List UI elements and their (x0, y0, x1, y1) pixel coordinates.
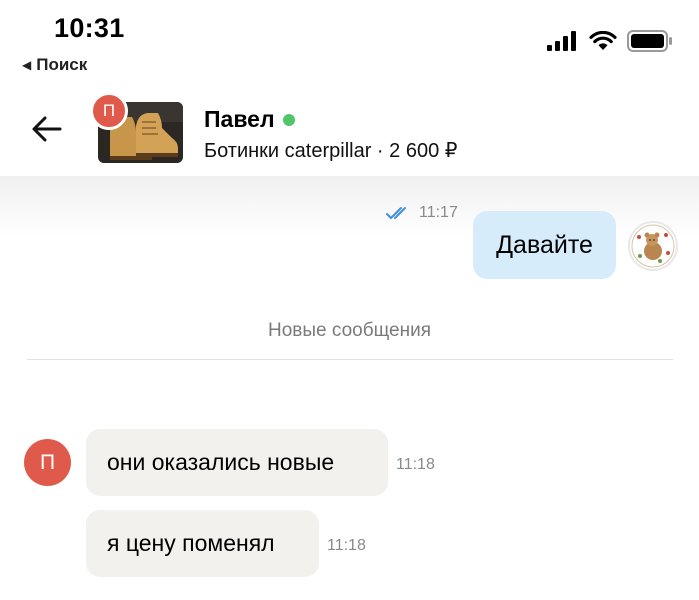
outgoing-message-bubble[interactable]: Давайте (473, 211, 616, 279)
back-to-search-label: Поиск (36, 55, 88, 74)
status-time: 10:31 (54, 13, 125, 43)
seller-avatar[interactable]: П (24, 439, 71, 486)
outgoing-time: 11:17 (419, 204, 458, 221)
chat-area: 11:17 Давайте Новые сообщения П они оказ… (0, 176, 699, 600)
incoming-message-bubble[interactable]: они оказались новые (86, 429, 388, 496)
incoming-message-bubble[interactable]: я цену поменял (86, 510, 319, 577)
new-messages-divider-line (27, 359, 673, 360)
seller-name-row[interactable]: Павел (204, 106, 295, 133)
battery-icon (627, 30, 672, 52)
back-triangle-icon: ◀ (22, 58, 32, 72)
back-to-search-link[interactable]: ◀ Поиск (22, 55, 87, 75)
wifi-icon (589, 31, 617, 50)
seller-avatar-badge: П (90, 92, 128, 130)
chat-header: П Павел Ботинки caterpillar · 2 600 ₽ (0, 92, 699, 176)
outgoing-status: 11:17 (386, 204, 458, 222)
incoming-message-time: 11:18 (327, 537, 366, 554)
new-messages-divider-label: Новые сообщения (268, 320, 431, 341)
seller-name: Павел (204, 106, 275, 132)
product-title[interactable]: Ботинки caterpillar · 2 600 ₽ (204, 138, 457, 163)
double-check-icon (386, 207, 406, 219)
back-arrow-icon[interactable] (30, 112, 64, 146)
bear-avatar-image (631, 224, 675, 268)
online-indicator (282, 113, 295, 126)
my-avatar[interactable] (628, 221, 678, 271)
signal-icon (547, 31, 576, 51)
incoming-message-time: 11:18 (396, 456, 435, 473)
status-icons (547, 30, 673, 52)
